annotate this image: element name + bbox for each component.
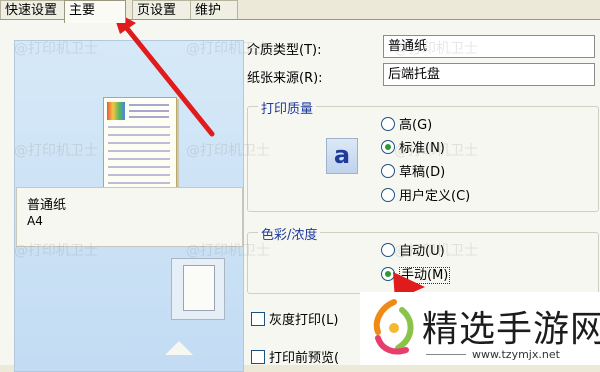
site-logo-banner: 精选手游网 www.tzymjx.net — [360, 292, 600, 365]
tab-main[interactable]: 主要 — [64, 0, 126, 23]
tab-label: 主要 — [69, 3, 96, 18]
arrow-to-main-tab — [118, 18, 215, 137]
leaf-logo-icon — [373, 299, 414, 355]
logo-url: www.tzymjx.net — [472, 348, 560, 361]
logo-text: 精选手游网 — [422, 309, 600, 350]
